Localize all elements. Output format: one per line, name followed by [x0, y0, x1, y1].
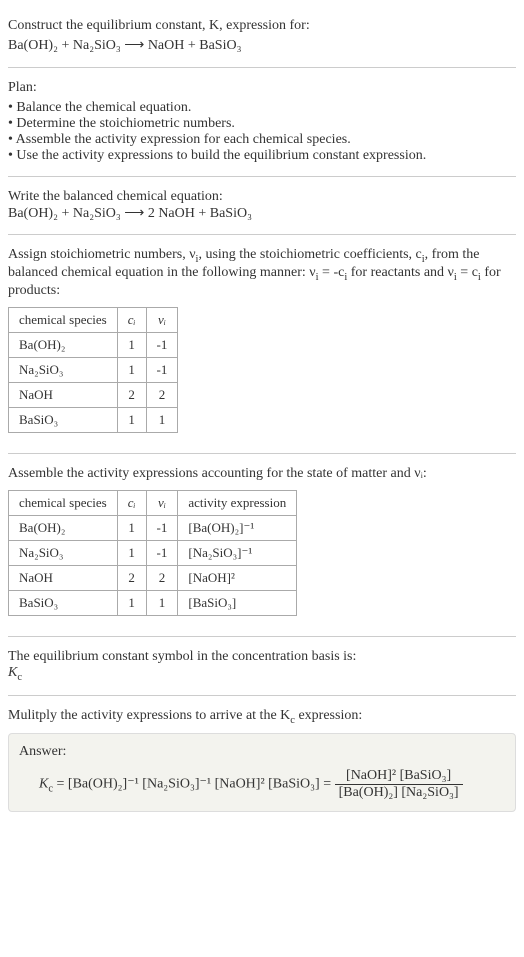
text: expression:	[295, 708, 362, 723]
text: , using the stoichiometric coefficients,…	[198, 247, 421, 262]
stoich-intro: Assign stoichiometric numbers, νi, using…	[8, 247, 516, 299]
prompt-line1: Construct the equilibrium constant, K, e…	[8, 18, 310, 33]
td: BaSiO₃	[9, 590, 118, 615]
td: -1	[146, 540, 178, 565]
plan-step: • Assemble the activity expression for e…	[8, 132, 516, 148]
td: Na₂SiO₃	[9, 540, 118, 565]
prompt-equation: Ba(OH)₂ + Na₂SiO₃ ⟶ NaOH + BaSiO₃	[8, 38, 241, 53]
text: = c	[457, 265, 478, 280]
table-header-row: chemical species cᵢ νᵢ	[9, 307, 178, 332]
activity-intro: Assemble the activity expressions accoun…	[8, 466, 516, 482]
td: 1	[117, 590, 146, 615]
td: 1	[117, 332, 146, 357]
sub: c	[17, 672, 22, 683]
td: 2	[146, 565, 178, 590]
td: 2	[117, 382, 146, 407]
table-row: Ba(OH)₂1-1	[9, 332, 178, 357]
plan-section: Plan: • Balance the chemical equation. •…	[8, 72, 516, 172]
stoich-section: Assign stoichiometric numbers, νi, using…	[8, 239, 516, 449]
table-row: Na₂SiO₃1-1[Na₂SiO₃]⁻¹	[9, 540, 297, 565]
text: K	[39, 777, 48, 792]
td: NaOH	[9, 565, 118, 590]
text: = -c	[319, 265, 345, 280]
th: chemical species	[9, 490, 118, 515]
table-row: NaOH22	[9, 382, 178, 407]
td: 1	[117, 540, 146, 565]
td: 1	[146, 407, 178, 432]
plan-step: • Use the activity expressions to build …	[8, 148, 516, 164]
td: NaOH	[9, 382, 118, 407]
table-header-row: chemical species cᵢ νᵢ activity expressi…	[9, 490, 297, 515]
th: νᵢ	[146, 490, 178, 515]
td: 1	[117, 515, 146, 540]
balanced-header: Write the balanced chemical equation:	[8, 189, 516, 205]
divider	[8, 636, 516, 637]
td: -1	[146, 332, 178, 357]
table-row: BaSiO₃11	[9, 407, 178, 432]
answer-box: Answer: Kc = [Ba(OH)₂]⁻¹ [Na₂SiO₃]⁻¹ [Na…	[8, 733, 516, 812]
th: νᵢ	[146, 307, 178, 332]
balanced-section: Write the balanced chemical equation: Ba…	[8, 181, 516, 230]
activity-section: Assemble the activity expressions accoun…	[8, 458, 516, 632]
multiply-section: Mulitply the activity expressions to arr…	[8, 700, 516, 821]
activity-table: chemical species cᵢ νᵢ activity expressi…	[8, 490, 297, 616]
fraction: [NaOH]² [BaSiO₃][Ba(OH)₂] [Na₂SiO₃]	[335, 768, 463, 801]
numerator: [NaOH]² [BaSiO₃]	[335, 768, 463, 785]
table-row: BaSiO₃11[BaSiO₃]	[9, 590, 297, 615]
td: 1	[146, 590, 178, 615]
denominator: [Ba(OH)₂] [Na₂SiO₃]	[335, 785, 463, 801]
td: 1	[117, 407, 146, 432]
plan-header: Plan:	[8, 80, 516, 96]
prompt-section: Construct the equilibrium constant, K, e…	[8, 8, 516, 63]
th: cᵢ	[117, 490, 146, 515]
text: Assign stoichiometric numbers, ν	[8, 247, 196, 262]
th: cᵢ	[117, 307, 146, 332]
divider	[8, 67, 516, 68]
table-row: Ba(OH)₂1-1[Ba(OH)₂]⁻¹	[9, 515, 297, 540]
th: chemical species	[9, 307, 118, 332]
td: BaSiO₃	[9, 407, 118, 432]
td: [Ba(OH)₂]⁻¹	[178, 515, 297, 540]
text: Mulitply the activity expressions to arr…	[8, 708, 290, 723]
divider	[8, 453, 516, 454]
td: [BaSiO₃]	[178, 590, 297, 615]
text: cᵢ	[128, 495, 136, 510]
text: = [Ba(OH)₂]⁻¹ [Na₂SiO₃]⁻¹ [NaOH]² [BaSiO…	[53, 777, 335, 792]
divider	[8, 176, 516, 177]
answer-label: Answer:	[19, 744, 505, 760]
td: 2	[117, 565, 146, 590]
symbol-line1: The equilibrium constant symbol in the c…	[8, 649, 516, 665]
text: νᵢ	[158, 312, 166, 327]
text: cᵢ	[128, 312, 136, 327]
td: 1	[117, 357, 146, 382]
td: Na₂SiO₃	[9, 357, 118, 382]
balanced-equation: Ba(OH)₂ + Na₂SiO₃ ⟶ 2 NaOH + BaSiO₃	[8, 205, 516, 222]
symbol-section: The equilibrium constant symbol in the c…	[8, 641, 516, 691]
table-row: NaOH22[NaOH]²	[9, 565, 297, 590]
text: for reactants and ν	[347, 265, 454, 280]
symbol-kc: Kc	[8, 665, 516, 683]
divider	[8, 234, 516, 235]
td: -1	[146, 515, 178, 540]
td: -1	[146, 357, 178, 382]
stoich-table: chemical species cᵢ νᵢ Ba(OH)₂1-1 Na₂SiO…	[8, 307, 178, 433]
text: K	[8, 665, 17, 680]
table-row: Na₂SiO₃1-1	[9, 357, 178, 382]
plan-step: • Determine the stoichiometric numbers.	[8, 116, 516, 132]
td: [NaOH]²	[178, 565, 297, 590]
plan-step: • Balance the chemical equation.	[8, 100, 516, 116]
divider	[8, 695, 516, 696]
td: Ba(OH)₂	[9, 515, 118, 540]
answer-expression: Kc = [Ba(OH)₂]⁻¹ [Na₂SiO₃]⁻¹ [NaOH]² [Ba…	[19, 768, 505, 801]
th: activity expression	[178, 490, 297, 515]
td: [Na₂SiO₃]⁻¹	[178, 540, 297, 565]
td: 2	[146, 382, 178, 407]
text: νᵢ	[158, 495, 166, 510]
td: Ba(OH)₂	[9, 332, 118, 357]
